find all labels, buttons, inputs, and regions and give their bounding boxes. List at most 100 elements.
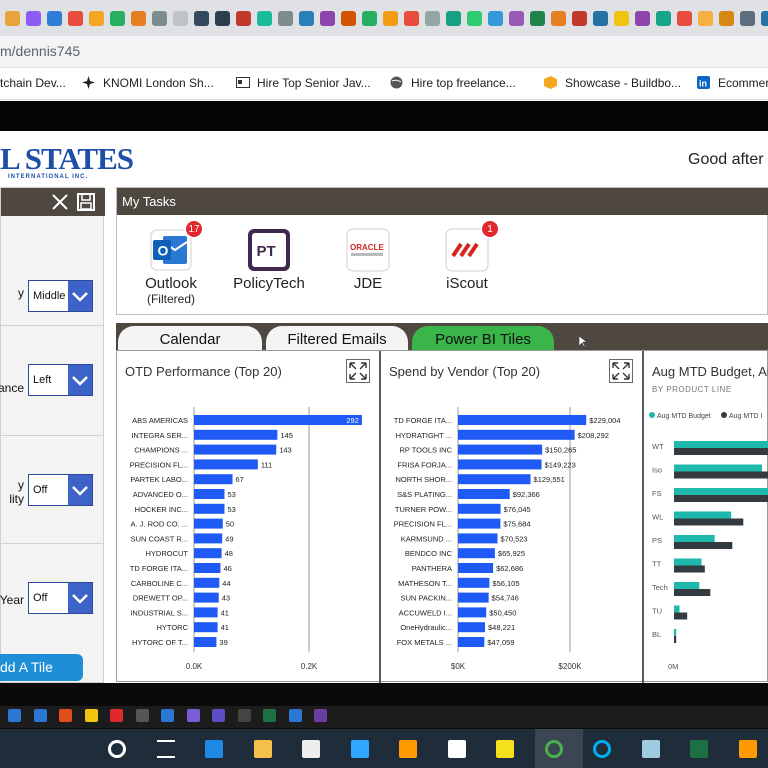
edge-icon[interactable] bbox=[205, 740, 223, 758]
favicon-icon[interactable] bbox=[614, 10, 629, 26]
category-label: DREWETT OP... bbox=[133, 594, 188, 603]
favicon-icon[interactable] bbox=[131, 10, 146, 26]
setting-dropdown[interactable]: Off bbox=[28, 582, 93, 614]
axis-tick-label: 0M bbox=[668, 662, 678, 671]
tab-filtered-emails[interactable]: Filtered Emails bbox=[266, 326, 408, 352]
quick-launch-icon[interactable] bbox=[135, 709, 149, 722]
favicon-icon[interactable] bbox=[467, 10, 482, 26]
chevron-down-icon[interactable] bbox=[68, 365, 92, 395]
chevron-down-icon[interactable] bbox=[68, 475, 92, 505]
favicon-icon[interactable] bbox=[89, 10, 104, 26]
favicon-icon[interactable] bbox=[404, 10, 419, 26]
add-tile-button[interactable]: dd A Tile bbox=[0, 654, 83, 681]
favicon-icon[interactable] bbox=[446, 10, 461, 26]
excel-icon[interactable] bbox=[690, 740, 708, 758]
favicon-icon[interactable] bbox=[257, 10, 272, 26]
task-iscout[interactable]: 1 iScout bbox=[427, 220, 507, 292]
illustrator-icon[interactable] bbox=[738, 740, 757, 758]
illustrator-icon[interactable] bbox=[399, 740, 417, 758]
tab-power-bi-tiles[interactable]: Power BI Tiles bbox=[412, 326, 554, 352]
tab-calendar[interactable]: Calendar bbox=[118, 326, 262, 352]
legend-marker bbox=[649, 412, 655, 418]
quick-launch-icon[interactable] bbox=[263, 709, 276, 722]
bar bbox=[674, 488, 768, 495]
chevron-down-icon[interactable] bbox=[68, 281, 92, 311]
favicon-icon[interactable] bbox=[761, 10, 768, 26]
notes-icon[interactable] bbox=[641, 740, 660, 758]
favicon-icon[interactable] bbox=[383, 10, 398, 26]
quick-launch-icon[interactable] bbox=[8, 709, 21, 722]
chrome-icon[interactable] bbox=[544, 740, 563, 758]
quick-launch-icon[interactable] bbox=[59, 709, 72, 722]
favicon-icon[interactable] bbox=[677, 10, 692, 26]
quick-launch-icon[interactable] bbox=[288, 709, 302, 722]
setting-dropdown[interactable]: Left bbox=[28, 364, 93, 396]
favicon-icon[interactable] bbox=[5, 10, 20, 26]
favicon-icon[interactable] bbox=[572, 10, 587, 26]
favicon-icon[interactable] bbox=[341, 10, 356, 26]
file-explorer-icon[interactable] bbox=[253, 740, 272, 758]
bar bbox=[194, 459, 258, 470]
bookmark-item[interactable]: Hire top freelance... bbox=[390, 76, 516, 90]
favicon-icon[interactable] bbox=[551, 10, 566, 26]
quick-launch-icon[interactable] bbox=[84, 709, 98, 722]
bookmark-item[interactable]: Hire Top Senior Jav... bbox=[236, 76, 371, 90]
favicon-icon[interactable] bbox=[26, 10, 41, 26]
url-text[interactable]: m/dennis745 bbox=[0, 43, 80, 59]
mail-icon[interactable] bbox=[447, 740, 466, 758]
favicon-icon[interactable] bbox=[530, 10, 545, 26]
sticky-notes-icon[interactable] bbox=[496, 740, 514, 758]
favicon-icon[interactable] bbox=[719, 10, 734, 26]
save-icon[interactable] bbox=[76, 192, 96, 212]
quick-launch-icon[interactable] bbox=[33, 709, 47, 722]
store-icon[interactable] bbox=[302, 740, 320, 758]
bookmark-item[interactable]: tchain Dev... bbox=[0, 76, 66, 90]
task-view-icon[interactable] bbox=[156, 740, 175, 758]
photoshop-icon[interactable] bbox=[350, 740, 369, 758]
quick-launch-icon[interactable] bbox=[314, 709, 327, 722]
task-policytech[interactable]: PT PolicyTech bbox=[229, 228, 309, 292]
outlook-icon: O 17 bbox=[149, 220, 203, 272]
quick-launch-icon[interactable] bbox=[110, 709, 123, 722]
favicon-icon[interactable] bbox=[698, 10, 713, 26]
favicon-icon[interactable] bbox=[593, 10, 608, 26]
skype-icon[interactable] bbox=[593, 740, 611, 758]
chevron-down-icon[interactable] bbox=[68, 583, 92, 613]
bookmark-item[interactable]: KNOMI London Sh... bbox=[82, 76, 214, 90]
quick-launch-icon[interactable] bbox=[186, 709, 200, 722]
address-bar[interactable]: m/dennis745 bbox=[0, 36, 768, 68]
favicon-icon[interactable] bbox=[635, 10, 650, 26]
favicon-icon[interactable] bbox=[47, 10, 62, 26]
favicon-icon[interactable] bbox=[362, 10, 377, 26]
quick-launch-icon[interactable] bbox=[212, 709, 225, 722]
favicon-icon[interactable] bbox=[656, 10, 671, 26]
close-icon[interactable] bbox=[50, 192, 70, 212]
favicon-icon[interactable] bbox=[740, 10, 755, 26]
favicon-icon[interactable] bbox=[110, 10, 125, 26]
favicon-icon[interactable] bbox=[278, 10, 293, 26]
task-outlook[interactable]: O 17 Outlook (Filtered) bbox=[131, 220, 211, 306]
favicon-icon[interactable] bbox=[488, 10, 503, 26]
task-jde[interactable]: ORACLE JDE bbox=[328, 228, 408, 292]
data-label: 48 bbox=[225, 549, 233, 558]
quick-launch-icon[interactable] bbox=[237, 709, 251, 722]
setting-dropdown[interactable]: Off bbox=[28, 474, 93, 506]
bookmark-item[interactable]: in Ecommer bbox=[697, 76, 768, 90]
bookmark-item[interactable]: Showcase - Buildbo... bbox=[544, 76, 681, 90]
favicon-icon[interactable] bbox=[425, 10, 440, 26]
favicon-icon[interactable] bbox=[152, 10, 167, 26]
favicon-icon[interactable] bbox=[215, 10, 230, 26]
favicon-icon[interactable] bbox=[236, 10, 251, 26]
favicon-icon[interactable] bbox=[173, 10, 188, 26]
setting-dropdown[interactable]: Middle bbox=[28, 280, 93, 312]
category-label: NORTH SHOR... bbox=[395, 475, 452, 484]
search-icon[interactable] bbox=[108, 740, 126, 758]
favicon-icon[interactable] bbox=[194, 10, 209, 26]
favicon-icon[interactable] bbox=[68, 10, 83, 26]
favicon-icon[interactable] bbox=[299, 10, 314, 26]
quick-launch-icon[interactable] bbox=[161, 709, 174, 722]
favicon-icon[interactable] bbox=[509, 10, 524, 26]
favicon-icon[interactable] bbox=[320, 10, 335, 26]
category-label: HYTORC OF T... bbox=[132, 638, 188, 647]
category-label: SUN PACKIN... bbox=[400, 594, 452, 603]
